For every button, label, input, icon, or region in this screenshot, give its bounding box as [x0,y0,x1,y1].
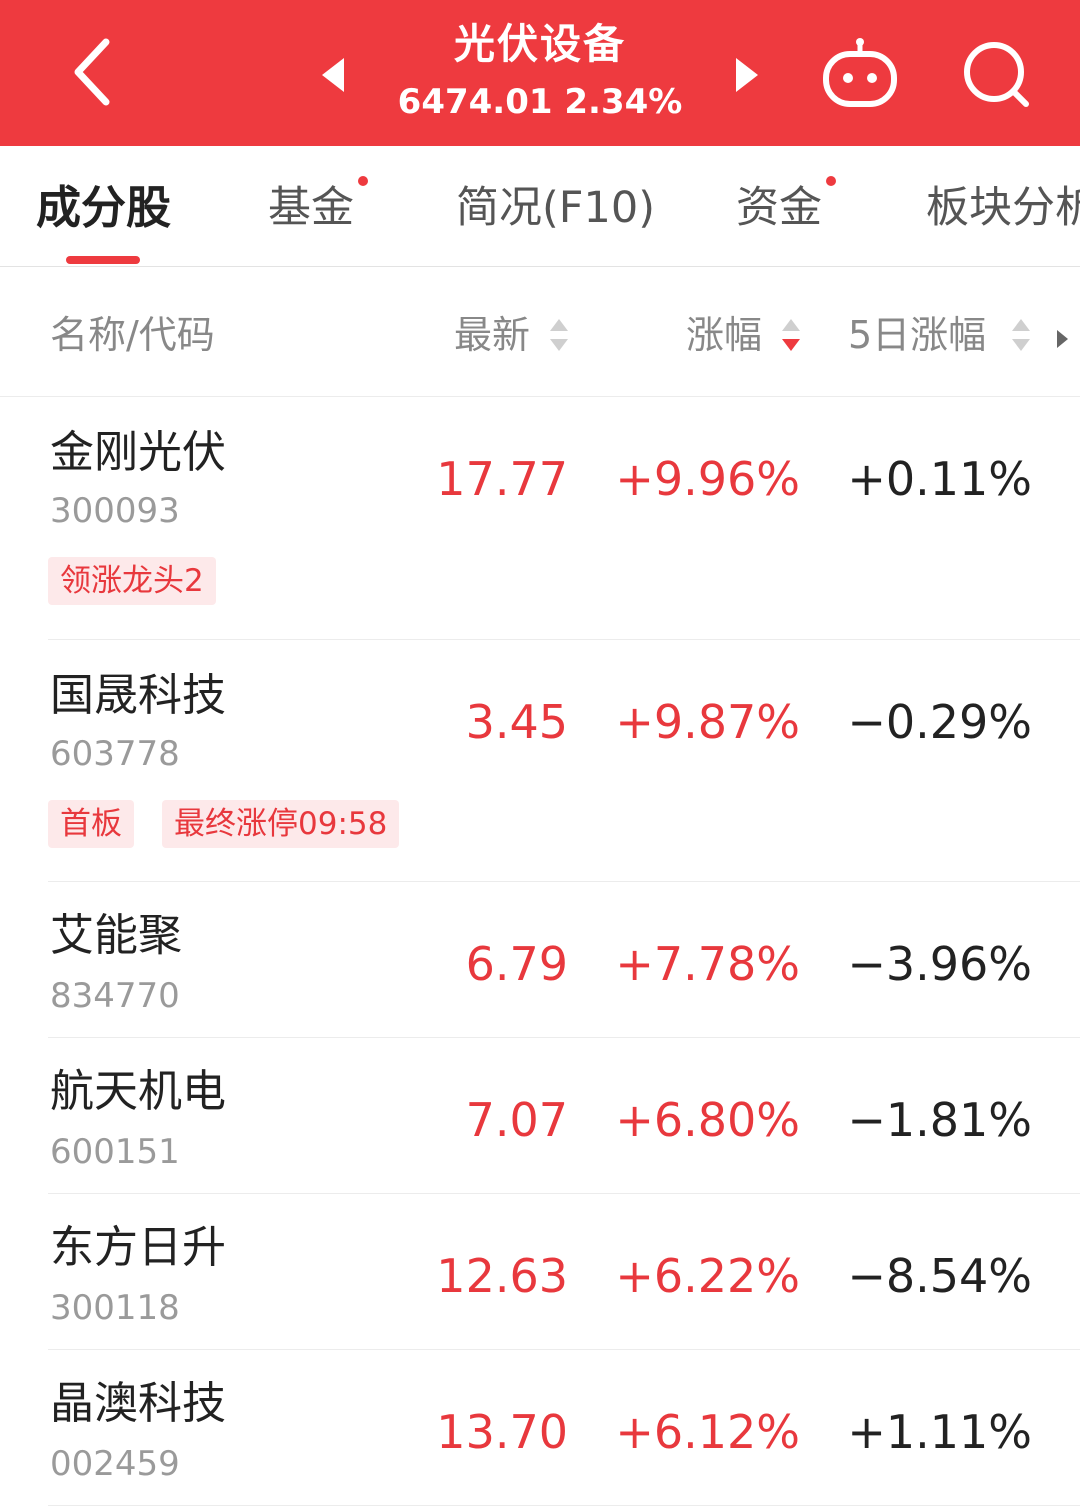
five-day-change: −0.29% [847,695,1032,749]
stock-code: 600151 [50,1132,180,1172]
change-percent: +6.22% [615,1249,800,1303]
column-5day-change[interactable]: 5日涨幅 [848,311,986,359]
sort-desc-icon[interactable] [780,315,802,355]
table-row[interactable]: 航天机电 600151 7.07 +6.80% −1.81% [48,1038,1080,1194]
stock-code: 002459 [50,1444,180,1484]
five-day-change: +1.11% [847,1405,1032,1459]
stock-name: 航天机电 [50,1066,226,1117]
five-day-change: −1.81% [847,1093,1032,1147]
table-row[interactable]: 东方日升 300118 12.63 +6.22% −8.54% [48,1194,1080,1350]
robot-icon [823,38,897,107]
stock-tag: 最终涨停09:58 [162,800,400,848]
column-price[interactable]: 最新 [454,311,530,359]
prev-arrow-icon [322,58,344,92]
stock-name: 金刚光伏 [50,427,226,478]
tab-funds[interactable]: 基金 [268,180,354,236]
tab-f10[interactable]: 简况(F10) [456,180,655,236]
latest-price: 13.70 [436,1405,568,1459]
page-title: 光伏设备 [454,20,626,68]
stock-code: 603778 [50,734,180,774]
next-arrow-icon [736,58,758,92]
change-percent: +9.96% [615,452,800,506]
table-row[interactable]: 金刚光伏 300093 领涨龙头2 17.77 +9.96% +0.11% [48,397,1080,640]
back-button[interactable] [60,32,130,112]
back-icon [74,38,110,106]
stock-tag: 首板 [48,800,134,848]
change-percent: +6.12% [615,1405,800,1459]
next-sector-button[interactable] [730,56,762,94]
change-percent: +7.78% [615,937,800,991]
tab-capital[interactable]: 资金 [736,180,822,236]
change-percent: +6.80% [615,1093,800,1147]
latest-price: 6.79 [465,937,568,991]
column-change[interactable]: 涨幅 [686,311,762,359]
latest-price: 3.45 [465,695,568,749]
stock-code: 300093 [50,491,180,531]
tab-funds-badge-dot [358,176,368,186]
sort-icon[interactable] [1010,315,1032,355]
tab-constituents[interactable]: 成分股 [36,180,171,236]
prev-sector-button[interactable] [318,56,350,94]
sort-icon[interactable] [548,315,570,355]
assistant-button[interactable] [820,36,900,112]
tab-sector-analysis[interactable]: 板块分析 [926,180,1080,236]
search-button[interactable] [958,36,1034,112]
stock-name: 晶澳科技 [50,1378,226,1429]
sector-index-value: 6474.01 2.34% [397,82,683,122]
stock-name: 国晟科技 [50,670,226,721]
table-row[interactable]: 晶澳科技 002459 13.70 +6.12% +1.11% [48,1350,1080,1506]
latest-price: 7.07 [465,1093,568,1147]
tab-bar: 成分股 基金 简况(F10) 资金 板块分析 [0,146,1080,267]
stock-code: 834770 [50,976,180,1016]
stock-code: 300118 [50,1288,180,1328]
five-day-change: +0.11% [847,452,1032,506]
tab-capital-badge-dot [826,176,836,186]
column-name-code: 名称/代码 [50,313,215,357]
stock-tag: 领涨龙头2 [48,557,216,605]
latest-price: 12.63 [436,1249,568,1303]
five-day-change: −8.54% [847,1249,1032,1303]
active-tab-indicator [66,256,140,264]
sector-title-block: 光伏设备 6474.01 2.34% [360,16,720,128]
column-header: 名称/代码 最新 涨幅 5日涨幅 [0,267,1080,397]
change-percent: +9.87% [615,695,800,749]
top-bar: 光伏设备 6474.01 2.34% [0,0,1080,146]
table-row[interactable]: 国晟科技 603778 首板 最终涨停09:58 3.45 +9.87% −0.… [48,640,1080,882]
search-icon [964,42,1029,107]
more-columns-arrow-icon[interactable] [1054,328,1070,350]
stock-name: 东方日升 [50,1222,226,1273]
stock-name: 艾能聚 [50,910,182,961]
five-day-change: −3.96% [847,937,1032,991]
latest-price: 17.77 [436,452,568,506]
table-row[interactable]: 艾能聚 834770 6.79 +7.78% −3.96% [48,882,1080,1038]
